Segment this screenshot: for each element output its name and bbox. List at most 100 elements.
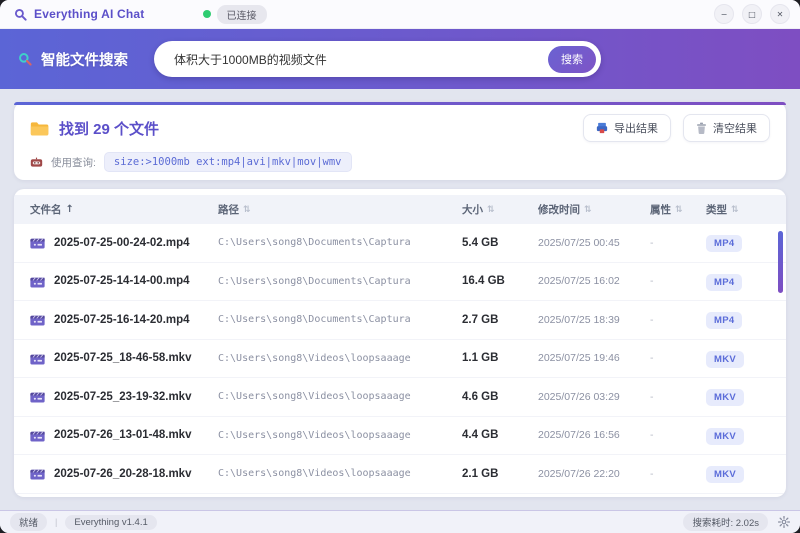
video-file-icon: [30, 390, 45, 403]
minimize-button[interactable]: −: [714, 4, 734, 24]
table-row[interactable]: 2025-07-26_13-01-48.mkv C:\Users\song8\V…: [14, 417, 786, 455]
file-name: 2025-07-25-16-14-20.mp4: [54, 313, 190, 326]
app-logo-magnifier-icon: [14, 8, 27, 21]
file-name: 2025-07-26_13-01-48.mkv: [54, 429, 192, 442]
file-attributes: -: [650, 275, 654, 288]
table-row[interactable]: 2025-07-25-00-24-02.mp4 C:\Users\song8\D…: [14, 224, 786, 263]
table-header: 文件名 ↑ 路径 ⇅ 大小 ⇅ 修改时间 ⇅ 属性 ⇅ 类型 ⇅: [14, 195, 786, 224]
sort-icon: ⇅: [731, 204, 739, 215]
everything-version: Everything v1.4.1: [65, 514, 157, 530]
file-name: 2025-07-25-00-24-02.mp4: [54, 236, 190, 249]
file-modified-time: 2025/07/26 03:29: [538, 390, 620, 403]
video-file-icon: [30, 467, 45, 480]
results-summary-card: 找到 29 个文件 导出结果 清空结果 使用查询: size:>1000mb e…: [14, 102, 786, 180]
folder-icon: [30, 121, 49, 136]
video-file-icon: [30, 313, 45, 326]
file-modified-time: 2025/07/25 00:45: [538, 236, 620, 249]
file-type-badge: MKV: [706, 427, 745, 445]
file-type-badge: MKV: [706, 466, 745, 484]
file-type-badge: MP4: [706, 273, 743, 291]
sort-icon: ⇅: [487, 204, 495, 215]
close-button[interactable]: ✕: [770, 4, 790, 24]
file-name: 2025-07-25-14-14-00.mp4: [54, 275, 190, 288]
app-title: Everything AI Chat: [34, 7, 145, 21]
query-row: 使用查询: size:>1000mb ext:mp4|avi|mkv|mov|w…: [30, 152, 770, 172]
file-size: 16.4 GB: [462, 275, 505, 288]
query-chip: size:>1000mb ext:mp4|avi|mkv|mov|wmv: [103, 152, 352, 172]
table-row[interactable]: 2025-07-25_18-46-58.mkv C:\Users\song8\V…: [14, 340, 786, 378]
file-size: 2.1 GB: [462, 467, 499, 480]
search-input-container: 搜索: [154, 41, 601, 77]
column-header-3[interactable]: 大小 ⇅: [462, 202, 538, 217]
column-header-1[interactable]: 文件名 ↑: [30, 202, 218, 217]
maximize-button[interactable]: □: [742, 4, 762, 24]
table-row[interactable]: 2025-07-25-14-14-00.mp4 C:\Users\song8\D…: [14, 263, 786, 301]
video-file-icon: [30, 429, 45, 442]
column-header-5[interactable]: 属性 ⇅: [650, 202, 706, 217]
video-file-icon: [30, 236, 45, 249]
file-path: C:\Users\song8\Videos\loopsaaage: [218, 352, 411, 364]
column-header-4[interactable]: 修改时间 ⇅: [538, 202, 650, 217]
ready-status: 就绪: [10, 513, 48, 531]
search-elapsed-time: 搜索耗时: 2.02s: [683, 513, 768, 531]
file-modified-time: 2025/07/26 16:56: [538, 429, 620, 442]
file-modified-time: 2025/07/25 19:46: [538, 352, 620, 365]
search-bar: 智能文件搜索 搜索: [0, 29, 800, 89]
file-table-card: 文件名 ↑ 路径 ⇅ 大小 ⇅ 修改时间 ⇅ 属性 ⇅ 类型 ⇅ 2025-07-25-00-24-0…: [14, 189, 786, 497]
file-type-badge: MP4: [706, 312, 743, 330]
file-attributes: -: [650, 467, 654, 480]
file-size: 4.4 GB: [462, 429, 499, 442]
file-size: 5.4 GB: [462, 236, 499, 249]
sort-icon: ↑: [65, 204, 74, 215]
file-modified-time: 2025/07/26 22:20: [538, 467, 620, 480]
file-path: C:\Users\song8\Videos\loopsaaage: [218, 468, 411, 480]
file-name: 2025-07-25_23-19-32.mkv: [54, 390, 192, 403]
search-button[interactable]: 搜索: [548, 45, 596, 73]
column-header-6[interactable]: 类型 ⇅: [706, 202, 776, 217]
table-row[interactable]: 2025-07-25_23-19-32.mkv C:\Users\song8\V…: [14, 378, 786, 417]
file-path: C:\Users\song8\Documents\Captura: [218, 275, 411, 287]
file-name: 2025-07-26_20-28-18.mkv: [54, 467, 192, 480]
export-results-button[interactable]: 导出结果: [583, 114, 671, 142]
status-divider: |: [55, 517, 58, 527]
sort-icon: ⇅: [675, 204, 683, 215]
query-label: 使用查询:: [51, 156, 96, 169]
file-size: 1.1 GB: [462, 352, 499, 365]
clear-results-button[interactable]: 清空结果: [683, 114, 770, 142]
file-path: C:\Users\song8\Videos\loopsaaage: [218, 429, 411, 441]
export-icon: [596, 122, 608, 134]
video-file-icon: [30, 275, 45, 288]
video-file-icon: [30, 352, 45, 365]
search-input[interactable]: [172, 51, 548, 67]
connection-badge: 已连接: [216, 4, 267, 24]
file-size: 2.7 GB: [462, 313, 499, 326]
file-attributes: -: [650, 313, 654, 326]
table-scrollbar-thumb[interactable]: [778, 231, 783, 293]
table-row[interactable]: 2025-07-25-16-14-20.mp4 C:\Users\song8\D…: [14, 301, 786, 340]
sort-icon: ⇅: [584, 204, 592, 215]
file-path: C:\Users\song8\Documents\Captura: [218, 237, 411, 249]
app-window: Everything AI Chat 已连接 − □ ✕ 智能文件搜索 搜索: [0, 0, 800, 533]
trash-icon: [696, 122, 707, 134]
main-content: 找到 29 个文件 导出结果 清空结果 使用查询: size:>1000mb e…: [0, 89, 800, 510]
file-path: C:\Users\song8\Documents\Captura: [218, 314, 411, 326]
file-modified-time: 2025/07/25 16:02: [538, 275, 620, 288]
settings-gear-icon[interactable]: [778, 516, 790, 528]
status-bar: 就绪 | Everything v1.4.1 搜索耗时: 2.02s: [0, 510, 800, 533]
file-attributes: -: [650, 429, 654, 442]
file-attributes: -: [650, 236, 654, 249]
table-row[interactable]: 2025-07-26_20-28-18.mkv C:\Users\song8\V…: [14, 455, 786, 494]
file-attributes: -: [650, 352, 654, 365]
file-type-badge: MP4: [706, 235, 743, 253]
connection-status: 已连接: [202, 4, 267, 24]
table-body: 2025-07-25-00-24-02.mp4 C:\Users\song8\D…: [14, 224, 786, 497]
file-path: C:\Users\song8\Videos\loopsaaage: [218, 391, 411, 403]
column-header-2[interactable]: 路径 ⇅: [218, 202, 462, 217]
robot-icon: [30, 157, 43, 168]
results-title: 找到 29 个文件: [30, 118, 159, 139]
file-type-badge: MKV: [706, 389, 745, 407]
search-icon: [18, 52, 32, 66]
file-size: 4.6 GB: [462, 390, 499, 403]
search-section-label: 智能文件搜索: [18, 49, 128, 70]
file-attributes: -: [650, 390, 654, 403]
